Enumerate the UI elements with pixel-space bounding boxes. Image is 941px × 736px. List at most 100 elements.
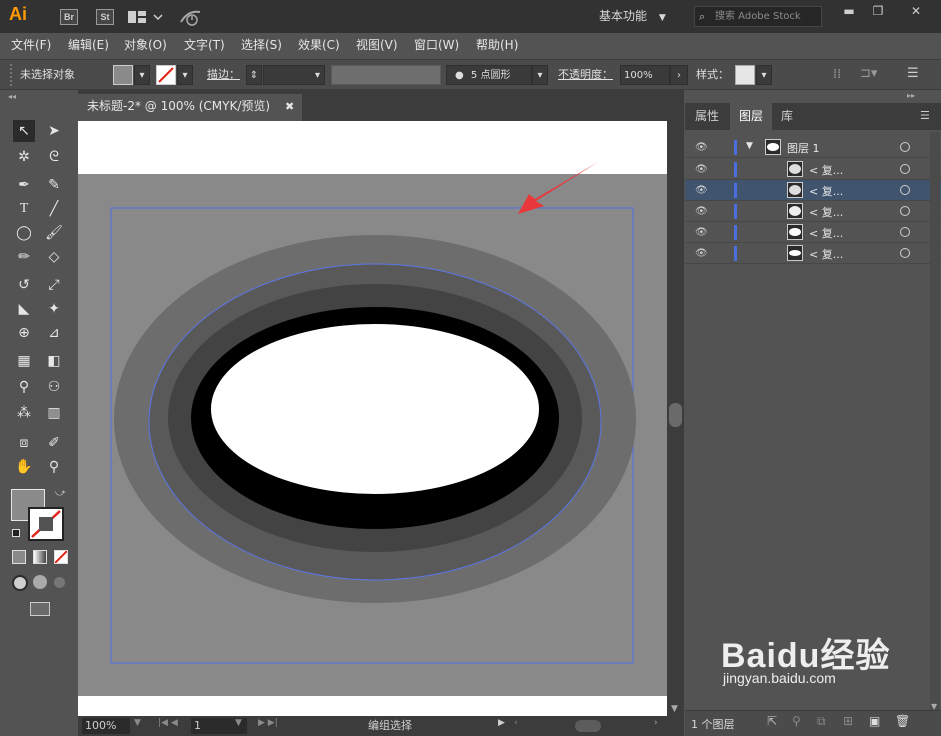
align-icon[interactable]: ⁞⁞ xyxy=(833,67,841,82)
new-layer-icon[interactable]: ▣ xyxy=(869,714,880,728)
zoom-dropdown-icon[interactable]: ▼ xyxy=(134,718,141,728)
screen-mode-icon[interactable] xyxy=(30,602,50,616)
shaper-tool-icon[interactable]: ✏ xyxy=(13,246,35,268)
none-mode-icon[interactable] xyxy=(54,550,68,564)
close-tab-icon[interactable]: ✖ xyxy=(285,94,294,119)
layer-row[interactable]: 👁 ▼ 图层 1 xyxy=(685,137,941,158)
visibility-eye-icon[interactable]: 👁 xyxy=(695,227,708,238)
magic-wand-icon[interactable]: ✲ xyxy=(13,146,35,168)
tab-layers[interactable]: 图层 xyxy=(730,103,772,130)
swap-colors-icon[interactable]: ⤻ xyxy=(55,488,66,499)
menu-type[interactable]: 文字(T) xyxy=(184,36,225,54)
puppet-warp-icon[interactable]: ✦ xyxy=(43,298,65,320)
bridge-button[interactable]: Br xyxy=(60,9,78,25)
style-dropdown[interactable]: ▾ xyxy=(756,65,772,85)
fill-dropdown[interactable]: ▾ xyxy=(134,65,150,85)
new-sublayer-icon[interactable]: ⊞ xyxy=(843,714,853,728)
stroke-swatch[interactable] xyxy=(156,65,176,85)
clipping-mask-icon[interactable]: ⧉ xyxy=(817,714,826,729)
visibility-eye-icon[interactable]: 👁 xyxy=(695,185,708,196)
artwork[interactable] xyxy=(78,121,667,716)
transform-icon[interactable]: ⊐▾ xyxy=(860,66,877,81)
sublayer-row-selected[interactable]: 👁 < 复... xyxy=(685,180,941,201)
target-circle-icon[interactable] xyxy=(900,227,910,237)
brush-definition[interactable]: ● 5 点圆形 xyxy=(446,65,532,85)
panel-menu-icon[interactable]: ☰ xyxy=(907,66,919,81)
locate-object-icon[interactable]: ⚲ xyxy=(792,714,801,728)
draw-inside-icon[interactable] xyxy=(54,577,65,588)
status-menu-icon[interactable]: ▶ xyxy=(498,718,505,728)
horizontal-scroll-thumb[interactable] xyxy=(575,720,601,732)
artboard-tool-icon[interactable]: ⧈ xyxy=(13,432,35,454)
menu-file[interactable]: 文件(F) xyxy=(11,36,51,54)
line-tool-icon[interactable]: ╱ xyxy=(43,198,65,220)
delete-icon[interactable]: 🗑 xyxy=(895,714,910,728)
stroke-label[interactable]: 描边： xyxy=(207,64,240,86)
stroke-dropdown[interactable]: ▾ xyxy=(177,65,193,85)
opacity-input[interactable]: 100% xyxy=(620,65,670,85)
fill-swatch[interactable] xyxy=(113,65,133,85)
visibility-eye-icon[interactable]: 👁 xyxy=(695,142,708,153)
close-button[interactable]: ✕ xyxy=(896,2,936,20)
stroke-weight-input[interactable]: ▾ xyxy=(263,65,325,85)
visibility-eye-icon[interactable]: 👁 xyxy=(695,248,708,259)
symbol-sprayer-icon[interactable]: ⁂ xyxy=(13,402,35,424)
sublayer-name[interactable]: < 复... xyxy=(809,162,843,178)
sublayer-row[interactable]: 👁 < 复... xyxy=(685,222,941,243)
zoom-tool-icon[interactable]: ⚲ xyxy=(43,456,65,478)
selection-tool-icon[interactable]: ↖ xyxy=(13,120,35,142)
scroll-right-icon[interactable]: › xyxy=(654,718,658,728)
target-circle-icon[interactable] xyxy=(900,206,910,216)
variable-width-profile[interactable] xyxy=(331,65,441,85)
last-artboard-icon[interactable]: ▶ ▶| xyxy=(258,718,278,728)
visibility-eye-icon[interactable]: 👁 xyxy=(695,164,708,175)
warp-tool-icon[interactable]: ◣ xyxy=(13,298,35,320)
tab-properties[interactable]: 属性 xyxy=(685,103,729,130)
sublayer-name[interactable]: < 复... xyxy=(809,246,843,262)
vertical-scrollbar[interactable]: ▼ xyxy=(667,121,684,716)
panel-options-icon[interactable]: ☰ xyxy=(920,109,930,122)
scroll-left-icon[interactable]: ‹ xyxy=(514,718,518,728)
sublayer-name[interactable]: < 复... xyxy=(809,225,843,241)
ellipse-tool-icon[interactable]: ◯ xyxy=(13,222,35,244)
curvature-tool-icon[interactable]: ✎ xyxy=(43,174,65,196)
eraser-icon[interactable]: ◇ xyxy=(43,246,65,268)
workspace-switcher[interactable]: 基本功能 ▼ xyxy=(599,6,679,27)
menu-view[interactable]: 视图(V) xyxy=(356,36,398,54)
perspective-grid-icon[interactable]: ⊿ xyxy=(43,322,65,344)
pen-tool-icon[interactable]: ✒ xyxy=(13,174,35,196)
shape-builder-icon[interactable]: ⊕ xyxy=(13,322,35,344)
menu-effect[interactable]: 效果(C) xyxy=(298,36,340,54)
first-artboard-icon[interactable]: |◀ ◀ xyxy=(158,718,178,728)
draw-normal-icon[interactable] xyxy=(12,575,28,591)
artboard-dropdown-icon[interactable]: ▼ xyxy=(235,718,242,728)
target-circle-icon[interactable] xyxy=(900,248,910,258)
brush-dropdown[interactable]: ▾ xyxy=(532,65,548,85)
sublayer-row[interactable]: 👁 < 复... xyxy=(685,243,941,264)
collapse-icon[interactable]: ◂◂ xyxy=(8,92,16,101)
minimize-button[interactable]: ▬ xyxy=(834,2,864,20)
target-circle-icon[interactable] xyxy=(900,185,910,195)
menu-help[interactable]: 帮助(H) xyxy=(476,36,518,54)
menu-edit[interactable]: 编辑(E) xyxy=(68,36,109,54)
blend-tool-icon[interactable]: ⚇ xyxy=(43,376,65,398)
scale-tool-icon[interactable]: ⤢ xyxy=(43,274,65,296)
type-tool-icon[interactable]: T xyxy=(13,198,35,220)
opacity-label[interactable]: 不透明度： xyxy=(558,64,613,86)
lasso-icon[interactable]: ᘓ xyxy=(43,146,65,168)
stroke-color-box[interactable] xyxy=(28,507,64,541)
target-circle-icon[interactable] xyxy=(900,164,910,174)
scroll-thumb[interactable] xyxy=(669,403,682,427)
stock-search-input[interactable]: ⌕ 搜索 Adobe Stock xyxy=(694,6,822,27)
graph-tool-icon[interactable]: ▥ xyxy=(43,402,65,424)
target-circle-icon[interactable] xyxy=(900,142,910,152)
menu-object[interactable]: 对象(O) xyxy=(124,36,167,54)
mesh-tool-icon[interactable]: ▦ xyxy=(13,350,35,372)
scroll-down-icon[interactable]: ▼ xyxy=(671,704,678,714)
graphic-style-swatch[interactable] xyxy=(735,65,755,85)
stock-button[interactable]: St xyxy=(96,9,114,25)
zoom-field[interactable]: 100% xyxy=(82,718,130,734)
sublayer-name[interactable]: < 复... xyxy=(809,183,843,199)
eyedropper-icon[interactable]: ⚲ xyxy=(13,376,35,398)
visibility-eye-icon[interactable]: 👁 xyxy=(695,206,708,217)
